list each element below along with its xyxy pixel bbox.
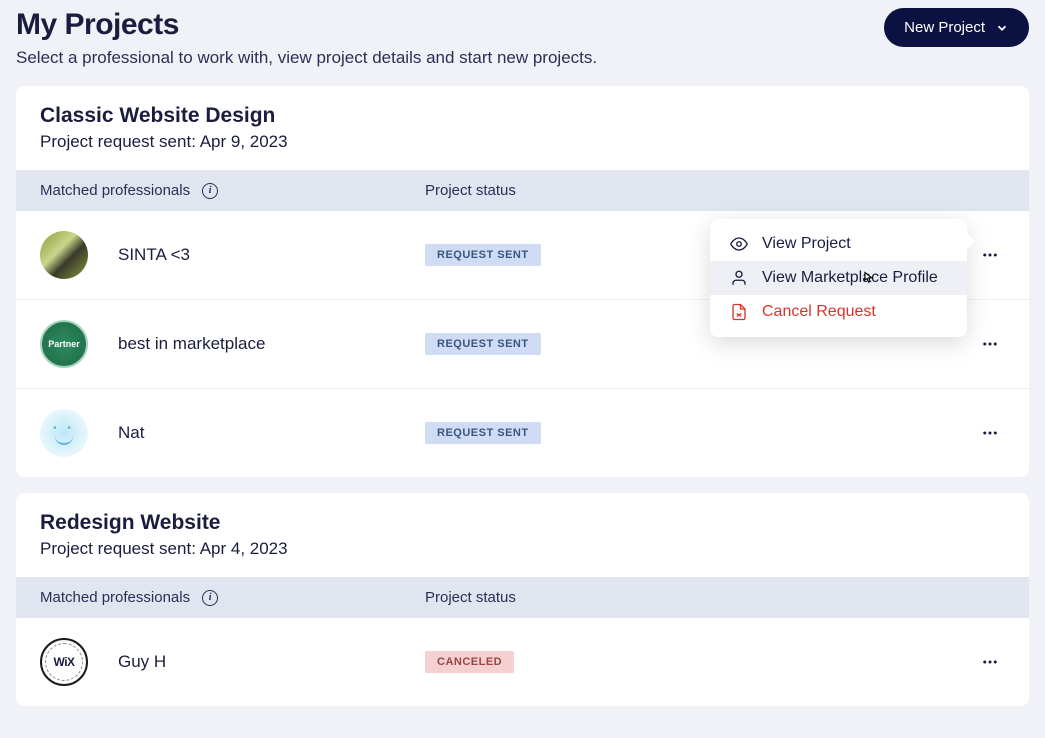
more-actions-button[interactable]	[975, 240, 1005, 270]
info-icon[interactable]: i	[202, 183, 218, 199]
project-card-header: Redesign Website Project request sent: A…	[16, 493, 1029, 577]
project-sent-date: Project request sent: Apr 9, 2023	[40, 132, 1005, 152]
more-horizontal-icon	[981, 335, 999, 353]
more-actions-button[interactable]	[975, 329, 1005, 359]
project-name: Redesign Website	[40, 511, 1005, 535]
chevron-down-icon	[995, 21, 1009, 35]
avatar: WiX	[40, 638, 88, 686]
professional-row: SINTA <3 REQUEST SENT View Project View …	[16, 211, 1029, 300]
page-title: My Projects	[16, 8, 597, 42]
column-header-matched: Matched professionals	[40, 589, 190, 606]
dropdown-view-profile[interactable]: View Marketplace Profile	[710, 261, 967, 295]
info-icon[interactable]: i	[202, 590, 218, 606]
status-badge: REQUEST SENT	[425, 244, 541, 266]
professional-name: SINTA <3	[118, 245, 190, 265]
dropdown-label: View Project	[762, 235, 851, 253]
avatar: Partner	[40, 320, 88, 368]
person-icon	[730, 269, 748, 287]
dropdown-label: Cancel Request	[762, 303, 876, 321]
column-header-status: Project status	[425, 589, 945, 606]
status-badge: REQUEST SENT	[425, 333, 541, 355]
actions-dropdown: View Project View Marketplace Profile Ca…	[710, 219, 967, 337]
professional-row: WiX Guy H CANCELED	[16, 618, 1029, 706]
column-header-matched: Matched professionals	[40, 182, 190, 199]
table-header: Matched professionals i Project status	[16, 170, 1029, 211]
more-actions-button[interactable]	[975, 647, 1005, 677]
avatar	[40, 409, 88, 457]
eye-icon	[730, 235, 748, 253]
status-badge: CANCELED	[425, 651, 514, 673]
new-project-button[interactable]: New Project	[884, 8, 1029, 47]
avatar	[40, 231, 88, 279]
more-horizontal-icon	[981, 424, 999, 442]
dropdown-view-project[interactable]: View Project	[710, 227, 967, 261]
cancel-file-icon	[730, 303, 748, 321]
professional-name: best in marketplace	[118, 334, 265, 354]
project-name: Classic Website Design	[40, 104, 1005, 128]
project-sent-date: Project request sent: Apr 4, 2023	[40, 539, 1005, 559]
project-card-header: Classic Website Design Project request s…	[16, 86, 1029, 170]
dropdown-cancel-request[interactable]: Cancel Request	[710, 295, 967, 329]
more-actions-button[interactable]	[975, 418, 1005, 448]
dropdown-label: View Marketplace Profile	[762, 269, 938, 287]
status-badge: REQUEST SENT	[425, 422, 541, 444]
project-card: Redesign Website Project request sent: A…	[16, 493, 1029, 706]
new-project-label: New Project	[904, 19, 985, 36]
professional-name: Guy H	[118, 652, 166, 672]
page-subtitle: Select a professional to work with, view…	[16, 48, 597, 68]
professional-row: Nat REQUEST SENT	[16, 389, 1029, 477]
page-header: My Projects Select a professional to wor…	[16, 0, 1029, 86]
column-header-status: Project status	[425, 182, 945, 199]
more-horizontal-icon	[981, 246, 999, 264]
more-horizontal-icon	[981, 653, 999, 671]
project-card: Classic Website Design Project request s…	[16, 86, 1029, 477]
table-header: Matched professionals i Project status	[16, 577, 1029, 618]
professional-name: Nat	[118, 423, 144, 443]
